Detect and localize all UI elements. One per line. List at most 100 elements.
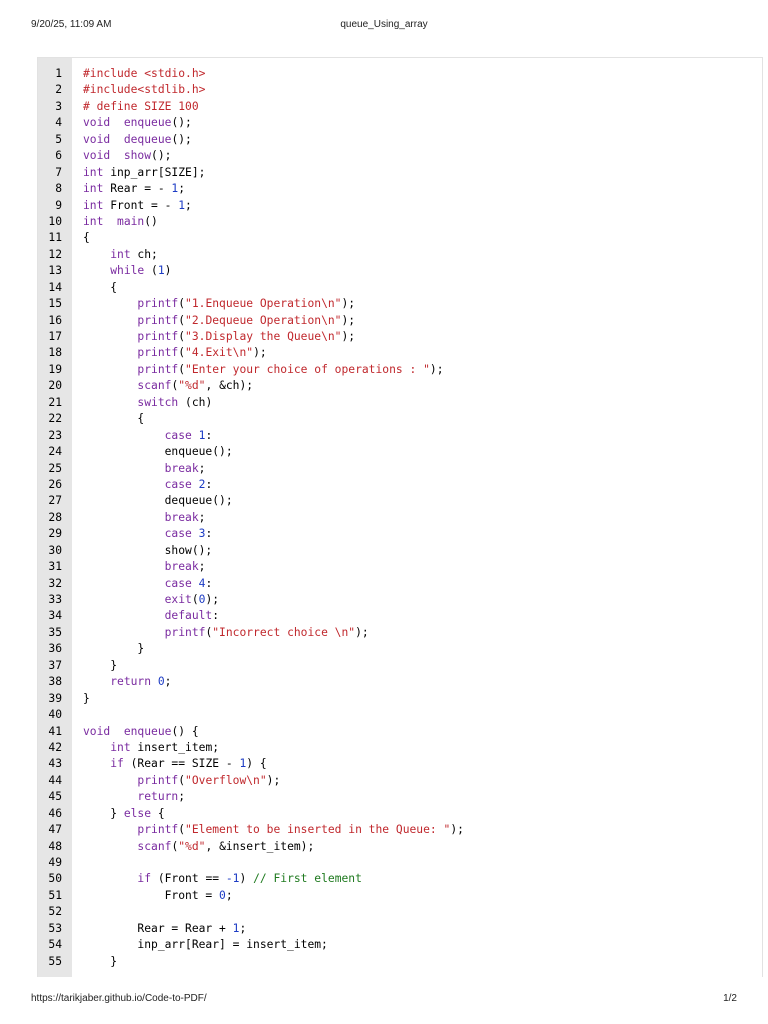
line-number: 36	[48, 642, 62, 656]
code-token: :	[212, 609, 220, 623]
code-line: 49	[38, 855, 762, 871]
code-token: 0	[157, 675, 165, 689]
code-token: 0	[219, 888, 226, 902]
code-token: printf	[137, 823, 179, 837]
code-token: ;	[198, 560, 206, 574]
line-number: 35	[48, 625, 62, 639]
code-token: ();	[171, 116, 192, 130]
line-number: 30	[48, 543, 62, 557]
code-token: )	[239, 872, 254, 886]
line-number: 31	[48, 560, 62, 574]
line-number: 38	[48, 675, 62, 689]
code-line: 14 {	[38, 280, 762, 296]
document-title: queue_Using_array	[340, 19, 428, 30]
code-token: # define SIZE 100	[83, 99, 199, 113]
code-text: scanf("%d", &insert_item);	[83, 839, 314, 855]
code-token: int	[110, 247, 131, 261]
code-token: );	[266, 773, 281, 787]
line-number: 43	[48, 757, 62, 771]
code-token: );	[341, 297, 356, 311]
code-token: Rear = Rear +	[83, 921, 233, 935]
code-token: );	[450, 823, 464, 837]
code-token: -1	[225, 872, 240, 886]
line-number: 45	[48, 790, 62, 804]
code-token: show();	[83, 543, 213, 557]
code-text: int Rear = - 1;	[83, 181, 185, 197]
line-number: 44	[48, 773, 62, 787]
code-text: void enqueue() {	[83, 724, 199, 740]
code-text: {	[83, 230, 90, 246]
footer-url[interactable]: https://tarikjaber.github.io/Code-to-PDF…	[31, 993, 207, 1004]
code-text: int main()	[83, 214, 158, 230]
code-text: int ch;	[83, 247, 158, 263]
code-line: 29 case 3:	[38, 526, 762, 542]
code-token: ;	[225, 888, 233, 902]
code-line: 8 int Rear = - 1;	[38, 181, 762, 197]
code-text: } else {	[83, 806, 164, 822]
line-number: 41	[48, 724, 62, 738]
page-number: 1/2	[723, 993, 737, 1004]
code-token: break	[164, 510, 199, 524]
code-token: inp_arr[SIZE];	[103, 165, 206, 179]
code-token: while	[110, 264, 145, 278]
line-number: 50	[48, 872, 62, 886]
code-text: printf("Enter your choice of operations …	[83, 362, 443, 378]
code-line: 27 dequeue();	[38, 493, 762, 509]
code-token: );	[253, 346, 267, 360]
code-text: while (1)	[83, 263, 171, 279]
line-number: 40	[48, 708, 62, 722]
code-line: 17 printf("3.Display the Queue\n");	[38, 329, 762, 345]
code-line: 13 while (1)	[38, 263, 762, 279]
line-number: 4	[55, 116, 62, 130]
line-number: 2	[55, 83, 62, 97]
code-text: break;	[83, 510, 206, 526]
code-text: printf("3.Display the Queue\n");	[83, 329, 355, 345]
line-number: 52	[48, 905, 62, 919]
code-line: 51 Front = 0;	[38, 888, 762, 904]
code-token: :	[205, 477, 213, 491]
code-token: );	[355, 625, 369, 639]
code-line: 41 void enqueue() {	[38, 724, 762, 740]
code-token: case	[164, 477, 192, 491]
code-token: printf	[137, 330, 179, 343]
code-line: 16 printf("2.Dequeue Operation\n");	[38, 313, 762, 329]
code-token: show	[123, 149, 152, 163]
code-text: printf("1.Enqueue Operation\n");	[83, 296, 355, 312]
code-token: }	[83, 642, 145, 656]
code-token: 1	[157, 264, 165, 278]
line-number: 20	[48, 379, 62, 393]
code-token: break	[164, 461, 199, 475]
line-number: 55	[48, 954, 62, 968]
code-text: printf("Overflow\n");	[83, 773, 280, 789]
code-line: 18 printf("4.Exit\n");	[38, 345, 762, 361]
code-line: 38 return 0;	[38, 674, 762, 690]
code-text: break;	[83, 559, 206, 575]
code-text: case 2:	[83, 477, 213, 493]
code-line: 15 printf("1.Enqueue Operation\n");	[38, 296, 762, 312]
code-token: ;	[239, 921, 247, 935]
code-token: "%d"	[178, 839, 206, 853]
code-token: void	[83, 724, 111, 738]
code-token: dequeue();	[83, 494, 233, 508]
line-number: 9	[55, 198, 62, 212]
code-text: exit(0);	[83, 592, 219, 608]
code-token: #include <stdio.h>	[83, 67, 206, 80]
code-text: Rear = Rear + 1;	[83, 921, 246, 937]
code-token: scanf	[137, 839, 172, 853]
code-line: 42 int insert_item;	[38, 740, 762, 756]
code-token: int	[83, 198, 104, 212]
line-number: 25	[48, 461, 62, 475]
code-text: }	[83, 658, 117, 674]
line-number: 28	[48, 510, 62, 524]
